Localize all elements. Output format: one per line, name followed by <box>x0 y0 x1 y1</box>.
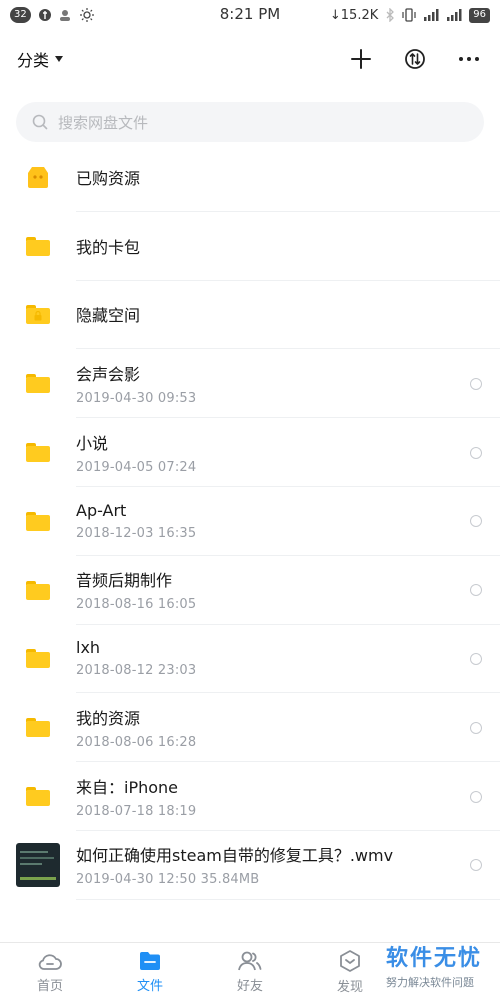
watermark: 软件无忧 努力解决软件问题 <box>386 940 482 990</box>
list-item[interactable]: 我的资源 2018-08-06 16:28 <box>0 693 500 763</box>
file-name: Ap-Art <box>76 500 127 520</box>
list-item-text: 会声会影 2019-04-30 09:53 <box>76 349 500 419</box>
folder-icon <box>16 775 60 819</box>
list-item-text: 我的卡包 <box>76 212 500 281</box>
select-radio[interactable] <box>470 721 482 734</box>
locked-folder-icon <box>16 293 60 337</box>
battery-indicator: 96 <box>469 7 490 23</box>
file-meta: 2019-04-30 09:53 <box>76 390 197 406</box>
list-item-text: 来自：iPhone 2018-07-18 18:19 <box>76 762 500 831</box>
tab-friends-label: 好友 <box>236 978 263 994</box>
discover-icon <box>340 949 360 972</box>
list-item-text: 我的资源 2018-08-06 16:28 <box>76 693 500 763</box>
file-meta: 2018-08-12 23:03 <box>76 663 197 679</box>
file-meta: 2019-04-30 12:50 35.84MB <box>76 872 260 888</box>
more-button[interactable] <box>454 44 484 74</box>
video-thumbnail <box>16 843 60 888</box>
list-item[interactable]: 音频后期制作 2018-08-16 16:05 <box>0 556 500 625</box>
list-item[interactable]: Ap-Art 2018-12-03 16:35 <box>0 487 500 556</box>
file-name: 小说 <box>76 433 109 453</box>
file-meta: 2018-08-06 16:28 <box>76 734 197 750</box>
tab-friends[interactable]: 好友 <box>200 943 300 1000</box>
file-name: 已购资源 <box>76 168 141 188</box>
more-dots-icon <box>459 57 479 61</box>
category-dropdown[interactable]: 分类 <box>17 47 64 71</box>
file-name: 音频后期制作 <box>76 571 173 591</box>
bluetooth-icon <box>386 8 395 22</box>
search-input[interactable]: 搜索网盘文件 <box>16 102 484 142</box>
list-item-text: Ap-Art 2018-12-03 16:35 <box>76 487 500 556</box>
list-item[interactable]: 如何正确使用steam自带的修复工具？.wmv 2019-04-30 12:50 … <box>0 831 500 900</box>
file-folder-icon <box>140 951 160 970</box>
search-placeholder: 搜索网盘文件 <box>58 113 149 132</box>
file-meta: 2019-04-05 07:24 <box>76 459 197 475</box>
tab-files[interactable]: 文件 <box>100 943 200 1000</box>
select-radio[interactable] <box>470 652 482 665</box>
purchased-icon <box>16 155 60 199</box>
status-left: 32 <box>10 7 94 23</box>
watermark-title: 软件无忧 <box>385 946 482 971</box>
transfer-icon <box>405 49 425 69</box>
status-right: ↓15.2K 96 <box>329 7 490 23</box>
category-label: 分类 <box>17 51 50 70</box>
file-name: 隐藏空间 <box>76 306 141 326</box>
folder-icon <box>16 431 60 475</box>
list-item[interactable]: 我的卡包 <box>0 212 500 281</box>
list-item-text: 音频后期制作 2018-08-16 16:05 <box>76 556 500 625</box>
file-meta: 2018-08-16 16:05 <box>76 597 197 613</box>
file-name: 会声会影 <box>76 364 141 384</box>
select-radio[interactable] <box>470 446 482 459</box>
header-actions <box>346 44 484 74</box>
file-name: lxh <box>76 638 101 658</box>
list-item[interactable]: 会声会影 2019-04-30 09:53 <box>0 349 500 419</box>
folder-icon <box>16 637 60 681</box>
cloud-home-icon <box>38 953 62 970</box>
folder-icon <box>16 224 60 268</box>
list-item[interactable]: 已购资源 <box>0 143 500 212</box>
search-icon <box>32 114 48 130</box>
list-item-text: 小说 2019-04-05 07:24 <box>76 418 500 487</box>
file-name: 我的卡包 <box>76 237 141 257</box>
notification-count: 32 <box>10 7 31 23</box>
signal-4g-icon <box>424 9 439 21</box>
file-name: 如何正确使用steam自带的修复工具？.wmv <box>76 846 394 866</box>
watermark-subtitle: 努力解决软件问题 <box>385 976 474 989</box>
vibrate-icon <box>402 8 416 22</box>
list-item-text: lxh 2018-08-12 23:03 <box>76 625 500 694</box>
usb-icon <box>38 9 51 21</box>
folder-icon <box>16 568 60 612</box>
tab-home-label: 首页 <box>36 978 63 994</box>
file-name: 我的资源 <box>76 708 141 728</box>
caret-down-icon <box>55 56 64 62</box>
tab-discover-label: 发现 <box>336 979 363 995</box>
list-item-text: 已购资源 <box>76 143 500 212</box>
file-list: 已购资源我的卡包隐藏空间会声会影 2019-04-30 09:53 小说 2019-0… <box>0 143 500 900</box>
list-item[interactable]: lxh 2018-08-12 23:03 <box>0 625 500 694</box>
add-button[interactable] <box>346 44 376 74</box>
select-radio[interactable] <box>470 790 482 803</box>
tab-home[interactable]: 首页 <box>0 943 100 1000</box>
network-speed: ↓15.2K <box>329 7 379 23</box>
brightness-icon <box>79 8 94 22</box>
tab-files-label: 文件 <box>136 978 163 994</box>
header: 分类 <box>0 30 500 88</box>
list-item-text: 隐藏空间 <box>76 281 500 350</box>
select-radio[interactable] <box>470 377 482 390</box>
signal-icon <box>447 9 462 21</box>
list-item-text: 如何正确使用steam自带的修复工具？.wmv 2019-04-30 12:50 … <box>76 831 500 900</box>
folder-icon <box>16 499 60 543</box>
file-meta: 2018-12-03 16:35 <box>76 525 197 541</box>
folder-icon <box>16 362 60 406</box>
friends-icon <box>238 951 262 970</box>
status-bar: 32 8:21 PM ↓15.2K 96 <box>0 0 500 30</box>
list-item[interactable]: 来自：iPhone 2018-07-18 18:19 <box>0 762 500 831</box>
user-icon <box>59 10 70 21</box>
file-name: 来自：iPhone <box>76 777 179 797</box>
folder-icon <box>16 706 60 750</box>
plus-icon <box>351 49 371 69</box>
list-item[interactable]: 小说 2019-04-05 07:24 <box>0 418 500 487</box>
list-item[interactable]: 隐藏空间 <box>0 281 500 350</box>
transfer-button[interactable] <box>400 44 430 74</box>
file-meta: 2018-07-18 18:19 <box>76 803 197 819</box>
